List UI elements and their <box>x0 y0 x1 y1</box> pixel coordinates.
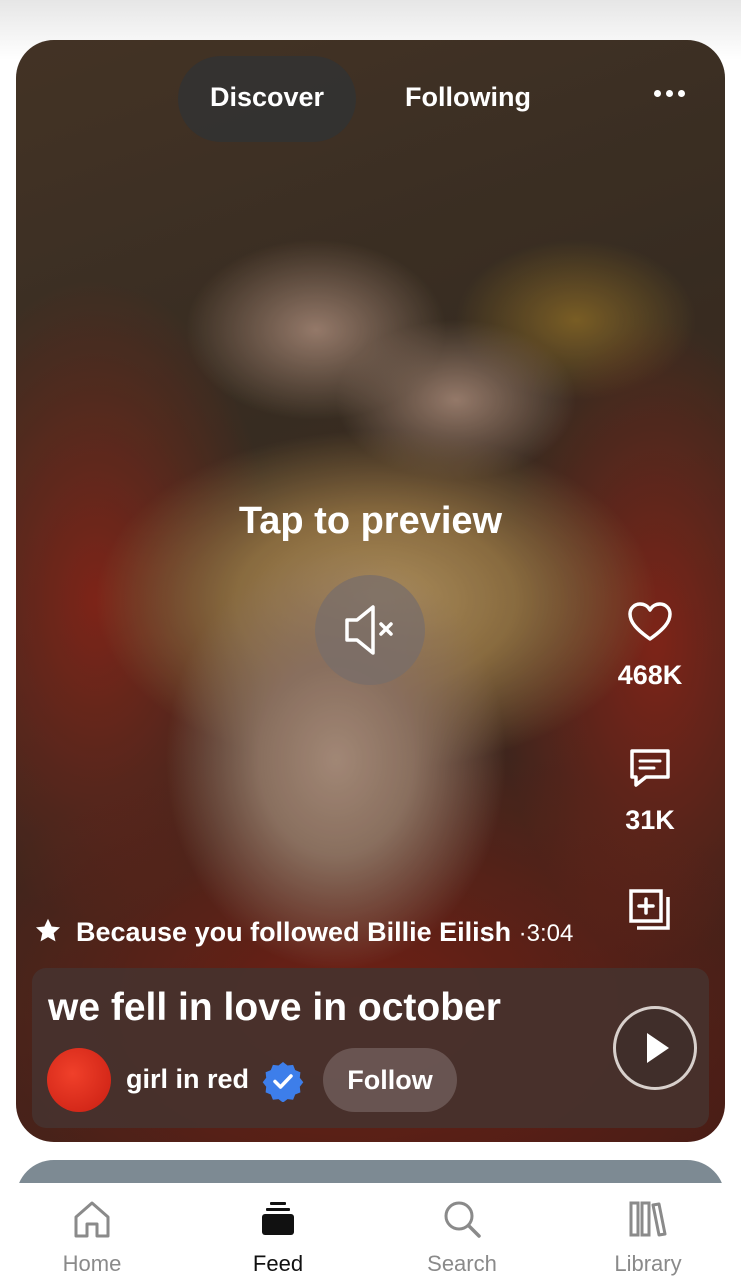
feed-icon <box>262 1202 294 1235</box>
artist-name[interactable]: girl in red <box>126 1064 249 1095</box>
follow-button[interactable]: Follow <box>323 1048 457 1112</box>
star-icon <box>35 918 61 942</box>
recommendation-reason: Because you followed Billie Eilish <box>76 917 512 947</box>
tab-discover[interactable]: Discover <box>210 82 324 113</box>
verified-badge-icon <box>262 1062 304 1102</box>
nav-library[interactable]: Library <box>578 1183 718 1280</box>
mute-button[interactable] <box>315 575 425 685</box>
nav-library-label: Library <box>614 1251 682 1276</box>
nav-search-label: Search <box>427 1251 497 1276</box>
track-title[interactable]: we fell in love in october <box>48 986 501 1030</box>
track-info-panel[interactable]: we fell in love in october girl in red F… <box>32 968 709 1128</box>
play-button[interactable] <box>613 1006 697 1090</box>
nav-home[interactable]: Home <box>22 1183 162 1280</box>
tab-following[interactable]: Following <box>405 82 531 113</box>
tap-to-preview-label[interactable]: Tap to preview <box>16 500 725 543</box>
nav-feed[interactable]: Feed <box>208 1183 348 1280</box>
heart-icon <box>628 602 672 641</box>
like-button[interactable] <box>628 602 672 647</box>
feed-card[interactable]: Discover Following Tap to preview 468K 3… <box>16 40 725 1142</box>
play-icon <box>647 1033 669 1063</box>
comment-count: 31K <box>625 805 675 835</box>
artist-avatar[interactable] <box>47 1048 111 1112</box>
nav-feed-label: Feed <box>252 1251 304 1276</box>
comment-button[interactable] <box>629 748 671 793</box>
bottom-nav: Home Feed Search Library <box>0 1183 741 1280</box>
nav-home-label: Home <box>62 1251 122 1276</box>
library-icon <box>629 1201 667 1237</box>
recommendation-line: Because you followed Billie Eilish ·3:04 <box>34 917 573 948</box>
comment-icon <box>630 749 670 787</box>
duration-separator: · <box>518 920 527 947</box>
home-icon <box>74 1201 110 1238</box>
like-count: 468K <box>617 660 683 690</box>
more-options-icon[interactable] <box>654 90 688 100</box>
speaker-muted-icon <box>345 605 393 655</box>
track-duration: 3:04 <box>526 920 574 947</box>
add-to-playlist-icon <box>629 889 670 930</box>
nav-search[interactable]: Search <box>392 1183 532 1280</box>
search-icon <box>444 1201 481 1238</box>
add-to-playlist-button[interactable] <box>628 888 672 937</box>
